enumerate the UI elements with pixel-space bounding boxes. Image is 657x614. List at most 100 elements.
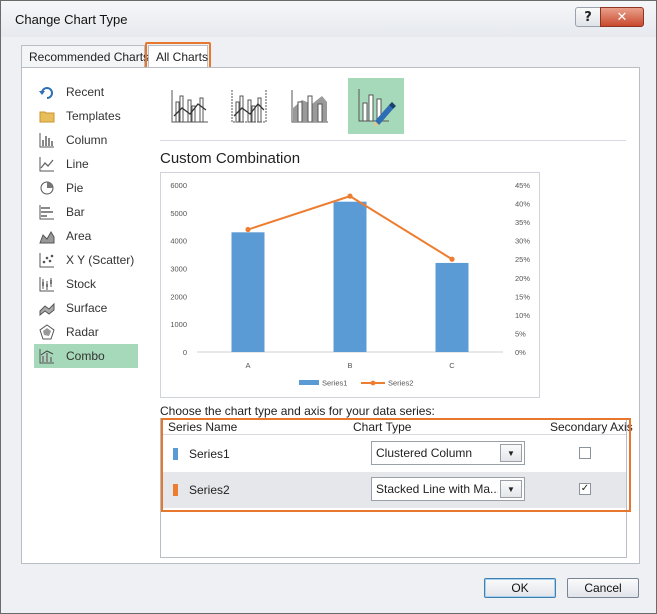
series-grid-header: Series Name Chart Type Secondary Axis [161,419,633,435]
bar-chart-icon [38,204,56,220]
header-series-name: Series Name [168,420,238,434]
x-tick-label: C [449,361,455,370]
tab-all-charts[interactable]: All Charts [148,45,208,68]
bar-series1-C [435,262,469,352]
point-series2-B [347,193,353,199]
series2-color-swatch [173,484,178,496]
y-secondary-tick-label: 40% [515,200,530,209]
chart-type-pie[interactable]: Pie [34,176,138,200]
series1-secondary-axis-checkbox[interactable] [579,447,591,459]
radar-chart-icon [38,324,56,340]
chart-type-stock[interactable]: Stock [34,272,138,296]
chart-type-label: Bar [66,205,85,219]
chart-preview: 0 1000 2000 3000 4000 5000 6000 0% 5% 10% 15% 20% 25… [160,172,540,398]
stacked-area-column-icon [291,90,328,123]
chart-type-label: Templates [66,109,121,123]
chart-type-label: Recent [66,85,105,99]
y-secondary-tick-label: 30% [515,237,530,246]
cancel-button[interactable]: Cancel [567,578,639,598]
series-name: Series2 [189,483,230,497]
y-primary-tick-label: 4000 [170,237,187,246]
legend-swatch-series1 [299,380,319,385]
chart-type-label: Stock [66,277,97,291]
y-primary-tick-label: 2000 [170,292,187,301]
y-primary-tick-label: 3000 [170,265,187,274]
y-secondary-tick-label: 5% [515,329,526,338]
header-separator [160,140,626,141]
ok-button[interactable]: OK [484,578,556,598]
series1-color-swatch [173,448,178,460]
all-charts-panel: Recent Templates Column Line Pie Bar Are… [21,67,640,564]
subtype-clustered-column-line-secondary[interactable] [222,78,278,134]
chart-type-label: Surface [66,301,108,315]
dropdown-arrow-icon[interactable]: ▼ [500,480,522,498]
subtype-custom-combination[interactable] [348,78,404,134]
y-secondary-tick-label: 15% [515,292,530,301]
series1-chart-type-select[interactable]: Clustered Column ▼ [371,441,525,465]
chart-type-area[interactable]: Area [34,224,138,248]
legend-label-series2: Series2 [388,379,413,388]
selected-chart-type: Stacked Line with Ma... [376,482,498,496]
pie-chart-icon [38,180,56,196]
help-button[interactable]: ? [575,7,601,27]
chart-type-bar[interactable]: Bar [34,200,138,224]
chart-type-label: Area [66,229,92,243]
chart-type-label: Column [66,133,108,147]
selected-chart-type: Clustered Column [376,446,473,460]
chart-type-label: X Y (Scatter) [66,253,135,267]
chart-type-combo[interactable]: Combo [34,344,138,368]
series-grid: Series Name Chart Type Secondary Axis Se… [160,418,633,558]
series-row-series1: Series1 Clustered Column ▼ [161,436,626,472]
chart-type-scatter[interactable]: X Y (Scatter) [34,248,138,272]
y-secondary-tick-label: 0% [515,348,526,357]
x-tick-label: A [245,361,250,370]
subtype-stacked-area-column[interactable] [282,78,338,134]
recent-icon [38,84,56,100]
combo-chart-icon [38,348,56,364]
chart-type-label: Radar [66,325,99,339]
legend-label-series1: Series1 [322,379,347,388]
chart-type-line[interactable]: Line [34,152,138,176]
chart-type-column[interactable]: Column [34,128,138,152]
tab-recommended-charts[interactable]: Recommended Charts [21,45,149,67]
chart-type-surface[interactable]: Surface [34,296,138,320]
series2-chart-type-select[interactable]: Stacked Line with Ma... ▼ [371,477,525,501]
series-row-series2: Series2 Stacked Line with Ma... ▼ ✓ [161,472,626,508]
subtype-clustered-column-line[interactable] [162,78,218,134]
x-tick-label: B [347,361,352,370]
point-series2-C [449,256,455,262]
y-primary-tick-label: 6000 [170,181,187,190]
area-chart-icon [38,228,56,244]
clustered-column-line-icon [171,90,208,123]
line-chart-icon [38,156,56,172]
title-bar: Change Chart Type ? ✕ [1,1,656,37]
series2-secondary-axis-checkbox[interactable]: ✓ [579,483,591,495]
chart-type-recent[interactable]: Recent [34,80,138,104]
change-chart-type-dialog: Change Chart Type ? ✕ Recommended Charts… [0,0,657,614]
clustered-column-line-secondary-icon [231,90,267,123]
close-button[interactable]: ✕ [600,7,644,27]
bar-series1-B [333,201,367,352]
dialog-title: Change Chart Type [15,12,128,27]
series-prompt: Choose the chart type and axis for your … [160,404,435,418]
chart-type-templates[interactable]: Templates [34,104,138,128]
combo-chart-svg: 0 1000 2000 3000 4000 5000 6000 0% 5% 10% 15% 20% 25… [170,181,530,388]
y-primary-tick-label: 1000 [170,320,187,329]
series-name: Series1 [189,447,230,461]
y-secondary-tick-label: 20% [515,274,530,283]
custom-combination-icon [358,89,396,126]
point-series2-A [245,226,251,233]
y-secondary-tick-label: 35% [515,218,530,227]
column-chart-icon [38,132,56,148]
bar-series1-A [231,232,265,352]
y-secondary-tick-label: 25% [515,255,530,264]
chart-type-label: Combo [66,349,105,363]
y-primary-tick-label: 0 [183,348,187,357]
chart-type-radar[interactable]: Radar [34,320,138,344]
surface-chart-icon [38,300,56,316]
y-secondary-tick-label: 45% [515,181,530,190]
dropdown-arrow-icon[interactable]: ▼ [500,444,522,462]
chart-type-list: Recent Templates Column Line Pie Bar Are… [34,80,138,368]
stock-chart-icon [38,276,56,292]
header-chart-type: Chart Type [353,420,412,434]
